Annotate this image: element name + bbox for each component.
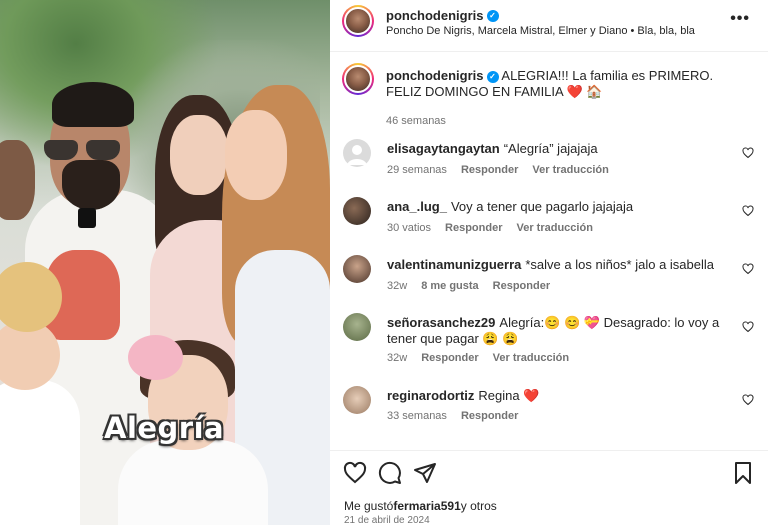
sunglasses bbox=[44, 140, 122, 162]
translate-button[interactable]: Ver traducción bbox=[517, 222, 593, 234]
post-details-panel: ponchodenigris ✓ Poncho De Nigris, Marcel… bbox=[330, 0, 768, 525]
like-heart-icon[interactable] bbox=[343, 461, 367, 485]
man-beard bbox=[62, 160, 120, 210]
comment-icon[interactable] bbox=[378, 461, 402, 485]
child-figure-body bbox=[0, 380, 80, 525]
likes-summary[interactable]: Me gustófermaria591y otros bbox=[344, 499, 497, 513]
comment-username[interactable]: ana_.lug_ bbox=[387, 199, 447, 214]
comment-username[interactable]: señorasanchez29 bbox=[387, 315, 495, 330]
comment-avatar[interactable] bbox=[343, 139, 371, 167]
comment-text: Voy a tener que pagarlo jajajaja bbox=[450, 199, 634, 214]
comment-item: reginarodortiz Regina ❤️ 33 semanas Respon… bbox=[330, 386, 768, 438]
post-media[interactable]: Alegría bbox=[0, 0, 330, 525]
verified-badge-icon: ✓ bbox=[486, 70, 499, 83]
comment-item: ana_.lug_ Voy a tener que pagarlo jajajaj… bbox=[330, 197, 768, 249]
post-date: 21 de abril de 2024 bbox=[344, 515, 430, 525]
comments-list[interactable]: ponchodenigris ✓ ALEGRIA!!! La familia es… bbox=[330, 53, 768, 450]
comment-item: valentinamunizguerra *salve a los niños* … bbox=[330, 255, 768, 307]
comment-avatar[interactable] bbox=[343, 255, 371, 283]
translate-button[interactable]: Ver traducción bbox=[493, 352, 569, 364]
translate-button[interactable]: Ver traducción bbox=[532, 164, 608, 176]
like-comment-heart-icon[interactable] bbox=[742, 205, 754, 217]
caption-author-avatar[interactable] bbox=[342, 63, 374, 95]
caption-username[interactable]: ponchodenigris bbox=[386, 68, 484, 83]
reply-button[interactable]: Responder bbox=[461, 164, 518, 176]
comment-text: “Alegría” jajajaja bbox=[503, 141, 598, 156]
comment-avatar[interactable] bbox=[343, 386, 371, 414]
comment-text: *salve a los niños* jalo a isabella bbox=[525, 257, 714, 272]
reply-button[interactable]: Responder bbox=[461, 410, 518, 422]
comment-time: 29 semanas bbox=[387, 164, 447, 176]
like-comment-heart-icon[interactable] bbox=[742, 394, 754, 406]
like-comment-heart-icon[interactable] bbox=[742, 263, 754, 275]
comment-username[interactable]: elisagaytangaytan bbox=[387, 141, 500, 156]
save-bookmark-icon[interactable] bbox=[731, 461, 755, 485]
video-caption-overlay: Alegría bbox=[104, 411, 225, 445]
post-header: ponchodenigris ✓ Poncho De Nigris, Marcel… bbox=[330, 0, 768, 52]
pink-bow bbox=[128, 335, 183, 380]
child-figure-top bbox=[0, 140, 35, 220]
author-avatar[interactable] bbox=[342, 5, 374, 37]
caption-timestamp: 46 semanas bbox=[386, 115, 446, 127]
share-send-icon[interactable] bbox=[413, 461, 437, 485]
small-girl-figure bbox=[118, 440, 268, 525]
post-actions-bar: Me gustófermaria591y otros 21 de abril d… bbox=[330, 450, 768, 525]
liker-username[interactable]: fermaria591 bbox=[393, 499, 460, 513]
comment-likes-count[interactable]: 8 me gusta bbox=[421, 280, 478, 292]
reply-button[interactable]: Responder bbox=[493, 280, 550, 292]
comment-time: 33 semanas bbox=[387, 410, 447, 422]
likes-suffix[interactable]: y otros bbox=[461, 499, 497, 513]
comment-time: 32w bbox=[387, 280, 408, 292]
comment-item: elisagaytangaytan “Alegría” jajajaja 29 s… bbox=[330, 139, 768, 191]
reply-button[interactable]: Responder bbox=[445, 222, 502, 234]
more-options-icon[interactable]: ••• bbox=[730, 10, 750, 28]
comment-text: Regina ❤️ bbox=[478, 388, 540, 403]
likes-prefix: Me gustó bbox=[344, 499, 394, 513]
like-comment-heart-icon[interactable] bbox=[742, 321, 754, 333]
comment-time: 30 vatios bbox=[387, 222, 432, 234]
like-comment-heart-icon[interactable] bbox=[742, 147, 754, 159]
comment-item: señorasanchez29 Alegría:😊 😊 💝 Desagrado: … bbox=[330, 313, 768, 383]
reply-button[interactable]: Responder bbox=[421, 352, 478, 364]
comment-time: 32w bbox=[387, 352, 408, 364]
woman-face bbox=[225, 110, 287, 200]
verified-badge-icon: ✓ bbox=[486, 9, 499, 22]
comment-username[interactable]: valentinamunizguerra bbox=[387, 257, 521, 272]
lapel-mic bbox=[78, 208, 96, 228]
man-hair bbox=[52, 82, 134, 127]
audio-credits[interactable]: Poncho De Nigris, Marcela Mistral, Elmer… bbox=[386, 25, 695, 37]
author-username[interactable]: ponchodenigris bbox=[386, 8, 484, 23]
comment-username[interactable]: reginarodortiz bbox=[387, 388, 474, 403]
comment-avatar[interactable] bbox=[343, 197, 371, 225]
girl-face bbox=[170, 115, 228, 195]
comment-avatar[interactable] bbox=[343, 313, 371, 341]
